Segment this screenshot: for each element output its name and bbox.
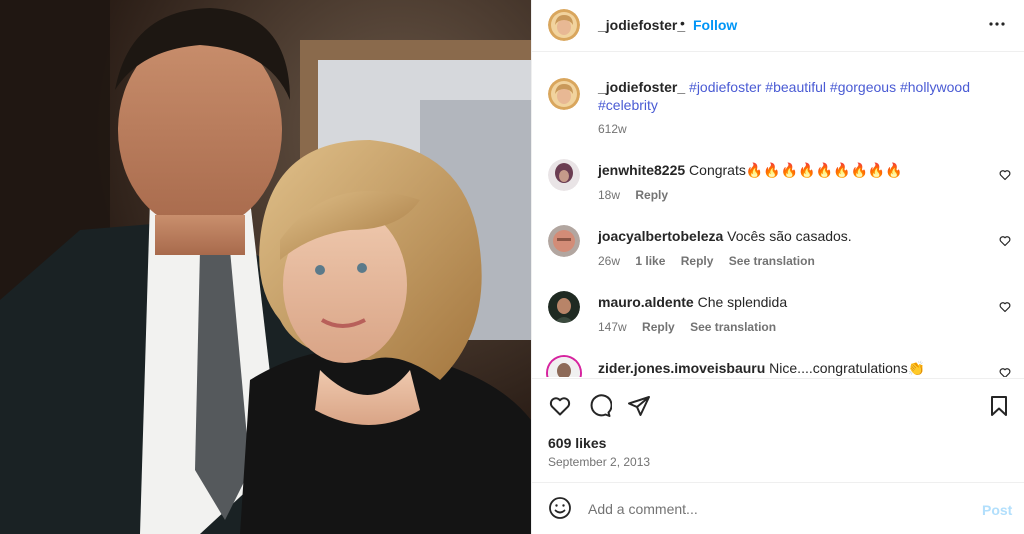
comment-age: 18w: [598, 188, 621, 202]
caption-age: 612w: [598, 122, 627, 136]
emoji-icon[interactable]: [548, 496, 572, 520]
comment-body: Nice....congratulations👏: [769, 360, 926, 376]
comment-username[interactable]: joacyalbertobeleza: [598, 228, 723, 244]
reply-button[interactable]: Reply: [642, 320, 675, 334]
comment-body: Vocês são casados.: [727, 228, 852, 244]
comment-age: 26w: [598, 254, 621, 268]
like-comment-heart-icon[interactable]: [999, 169, 1011, 181]
like-count[interactable]: 609 likes: [548, 435, 606, 451]
post-photo[interactable]: [0, 0, 531, 534]
comment-meta: 18w Reply: [598, 188, 680, 202]
comment-username[interactable]: zider.jones.imoveisbauru: [598, 360, 765, 376]
post-date: September 2, 2013: [548, 455, 651, 469]
post-comment-button[interactable]: Post: [982, 502, 1012, 518]
more-options-icon[interactable]: [988, 15, 1006, 33]
author-avatar[interactable]: [548, 9, 580, 41]
comment-text: zider.jones.imoveisbauru Nice....congrat…: [598, 359, 988, 377]
see-translation-button[interactable]: See translation: [690, 320, 776, 334]
comment-meta: 147w Reply See translation: [598, 320, 788, 334]
comment-meta: 26w 1 like Reply See translation: [598, 254, 827, 268]
comment-body: Congrats🔥🔥🔥🔥🔥🔥🔥🔥🔥: [689, 162, 903, 178]
separator-dot: •: [680, 15, 685, 31]
caption-meta: 612w: [598, 122, 639, 136]
save-bookmark-icon[interactable]: [987, 394, 1011, 418]
comment-age: 147w: [598, 320, 627, 334]
commenter-avatar[interactable]: [548, 291, 580, 323]
follow-button[interactable]: Follow: [693, 17, 737, 33]
like-comment-heart-icon[interactable]: [999, 235, 1011, 247]
like-heart-icon[interactable]: [548, 394, 572, 418]
like-comment-heart-icon[interactable]: [999, 301, 1011, 313]
comment-bubble-icon[interactable]: [588, 394, 612, 418]
caption-username[interactable]: _jodiefoster_: [598, 79, 685, 95]
comment-text: joacyalbertobeleza Vocês são casados.: [598, 227, 988, 245]
comments-list[interactable]: _jodiefoster_ #jodiefoster #beautiful #g…: [532, 53, 1024, 377]
commenter-avatar[interactable]: [548, 357, 580, 377]
comment-text: mauro.aldente Che splendida: [598, 293, 988, 311]
comment-username[interactable]: jenwhite8225: [598, 162, 685, 178]
reply-button[interactable]: Reply: [681, 254, 714, 268]
post-panel: _jodiefoster_ • Follow _jodiefoster_ #jo…: [531, 0, 1024, 534]
add-comment-bar: Post: [532, 482, 1024, 534]
caption-text: _jodiefoster_ #jodiefoster #beautiful #g…: [598, 78, 988, 114]
caption-avatar[interactable]: [548, 78, 580, 110]
share-send-icon[interactable]: [627, 394, 651, 418]
like-comment-heart-icon[interactable]: [999, 367, 1011, 377]
commenter-avatar[interactable]: [548, 159, 580, 191]
reply-button[interactable]: Reply: [635, 188, 668, 202]
author-username[interactable]: _jodiefoster_: [598, 17, 685, 33]
comment-text: jenwhite8225 Congrats🔥🔥🔥🔥🔥🔥🔥🔥🔥: [598, 161, 988, 179]
comment-likes[interactable]: 1 like: [635, 254, 665, 268]
post-header: _jodiefoster_ • Follow: [532, 0, 1024, 52]
comment-body: Che splendida: [697, 294, 788, 310]
comment-input[interactable]: [588, 497, 948, 521]
commenter-avatar[interactable]: [548, 225, 580, 257]
post-actions: 609 likes September 2, 2013: [532, 378, 1024, 482]
comment-username[interactable]: mauro.aldente: [598, 294, 694, 310]
see-translation-button[interactable]: See translation: [729, 254, 815, 268]
